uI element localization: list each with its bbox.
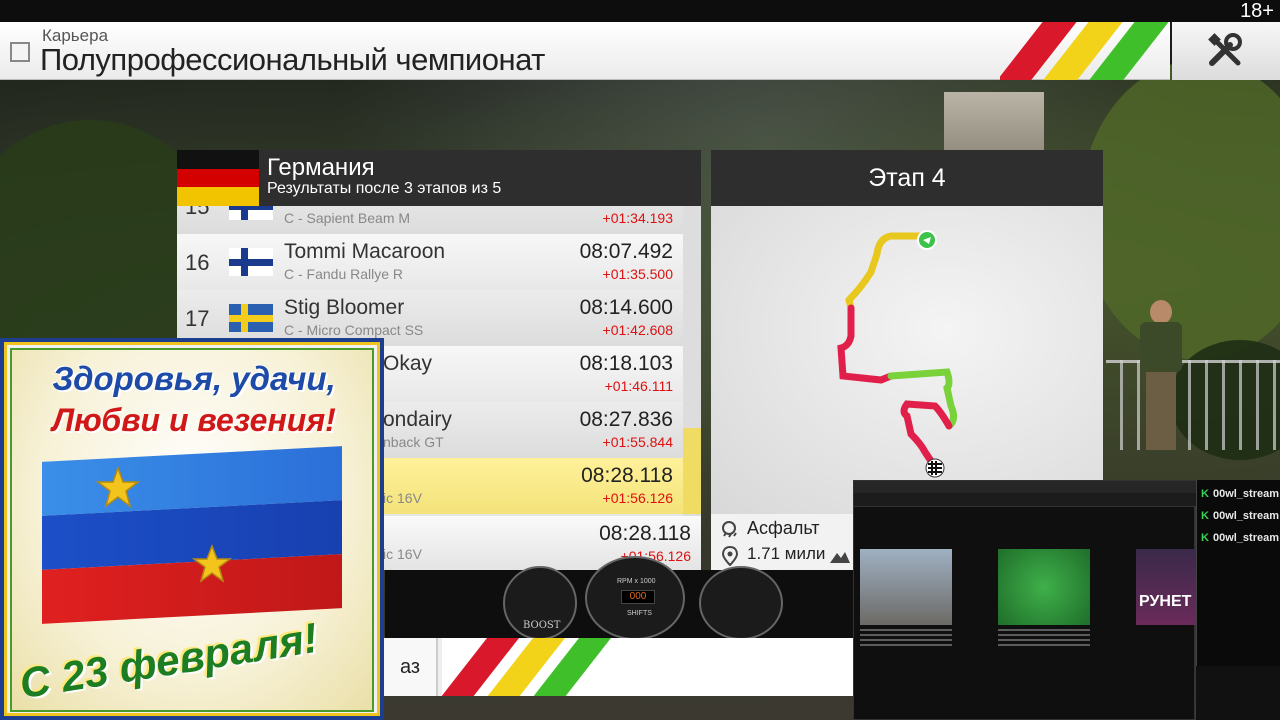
elevation-icon — [830, 552, 850, 563]
video-thumbnail[interactable] — [998, 549, 1090, 625]
shifts-label: SHIFTS — [627, 610, 652, 617]
results-scrollbar[interactable] — [683, 206, 701, 516]
greeting-line-2: Любви и везения! — [52, 402, 336, 438]
stage-map — [711, 206, 1103, 514]
time-gap: +01:56.126 — [602, 490, 673, 506]
browser-address-bar — [854, 493, 1196, 507]
speed-gauge — [699, 566, 783, 640]
stage-info: Асфальт 1.71 мили — [711, 514, 853, 570]
time-gap: +01:46.111 — [604, 378, 673, 394]
chat-panel: K 00wl_stream K 00wl_stream K 00wl_stream — [1196, 480, 1280, 666]
stage-time: 08:27.836 — [579, 408, 673, 431]
car-name: ic 16V — [383, 546, 422, 562]
russia-army-flag — [42, 446, 342, 624]
page-title: Полупрофессиональный чемпионат — [40, 42, 545, 77]
stage-distance: 1.71 мили — [747, 544, 826, 563]
position: 16 — [185, 250, 210, 275]
driver-name: Okay — [383, 352, 433, 375]
star-icon — [192, 544, 232, 583]
table-row[interactable]: 16 Tommi Macaroon C - Fandu Rallye R 08:… — [177, 234, 683, 290]
header-stripes — [1000, 22, 1170, 80]
chat-message: K 00wl_stream — [1201, 532, 1279, 544]
tools-icon — [1208, 33, 1242, 66]
sweden-flag-icon — [229, 304, 273, 332]
country-name: Германия — [267, 154, 375, 181]
results-header: Германия Результаты после 3 этапов из 5 — [177, 150, 701, 206]
finland-flag-icon — [229, 248, 273, 276]
marshal-figure — [1138, 300, 1184, 450]
driver-name: ondairy — [383, 408, 452, 431]
time-gap: +01:55.844 — [602, 434, 673, 450]
car-name: nback GT — [383, 434, 444, 450]
results-subtitle: Результаты после 3 этапов из 5 — [267, 180, 502, 197]
car-name: C - Sapient Beam M — [284, 210, 411, 226]
shed — [944, 92, 1044, 158]
time-gap: +01:35.500 — [602, 266, 673, 282]
stage-time: 08:14.600 — [579, 296, 673, 319]
finland-flag-icon — [229, 206, 273, 220]
fence — [1106, 360, 1280, 450]
car-name: ic 16V — [383, 490, 422, 506]
stage-time: 08:28.118 — [581, 464, 673, 487]
bottom-bar: аз — [384, 638, 854, 696]
table-row[interactable]: 15 C - Sapient Beam M +01:34.193 — [177, 206, 683, 234]
germany-flag-icon — [177, 150, 259, 206]
top-bar: 18+ — [0, 0, 1280, 22]
car-name: C - Micro Compact SS — [284, 322, 424, 338]
greeting-card: Здоровья, удачи, Любви и везения! С 23 ф… — [10, 348, 374, 712]
bottom-stripes — [442, 638, 854, 696]
time-gap: +01:42.608 — [602, 322, 673, 338]
star-icon — [96, 466, 140, 508]
video-title — [860, 629, 952, 649]
location-pin-icon — [721, 546, 739, 566]
stage-title: Этап 4 — [711, 150, 1103, 206]
boost-label: BOOST — [523, 620, 561, 631]
position: 15 — [185, 206, 210, 219]
menu-checkbox[interactable] — [10, 42, 30, 62]
greeting-card-overlay: Здоровья, удачи, Любви и везения! С 23 ф… — [0, 338, 384, 720]
chat-message: K 00wl_stream — [1201, 488, 1279, 500]
chat-input-area — [1196, 666, 1280, 720]
route-map — [837, 230, 958, 478]
surface-type: Асфальт — [747, 518, 820, 538]
browser-tabs — [854, 481, 1196, 493]
stage-time: 08:28.118 — [599, 522, 691, 545]
age-rating: 18+ — [1240, 0, 1274, 22]
video-title — [998, 629, 1090, 649]
video-thumbnail[interactable] — [860, 549, 952, 625]
position: 17 — [185, 306, 210, 331]
time-gap: +01:34.193 — [602, 210, 673, 226]
video-thumbnail[interactable] — [1136, 549, 1196, 625]
greeting-line-1: Здоровья, удачи, — [52, 360, 336, 397]
chat-message: K 00wl_stream — [1201, 510, 1279, 522]
settings-button[interactable] — [1172, 22, 1280, 80]
stage-time: 08:18.103 — [579, 352, 673, 375]
gear-display: 000 — [621, 590, 655, 604]
car-dashboard: BOOST RPM x 1000 000 SHIFTS — [385, 556, 853, 640]
car-name: C - Fandu Rallye R — [284, 266, 404, 282]
header: Карьера Полупрофессиональный чемпионат — [0, 22, 1170, 80]
stream-browser-overlay: РУНЕТ — [853, 480, 1196, 720]
scrollbar-thumb[interactable] — [683, 428, 701, 514]
driver-name: Stig Bloomer — [284, 296, 405, 319]
bottom-button[interactable]: аз — [384, 638, 438, 696]
driver-name: Tommi Macaroon — [284, 240, 446, 263]
rpm-label: RPM x 1000 — [617, 578, 656, 585]
channel-text: РУНЕТ — [1139, 593, 1192, 610]
stage-time: 08:07.492 — [579, 240, 673, 263]
weather-icon — [722, 521, 737, 538]
